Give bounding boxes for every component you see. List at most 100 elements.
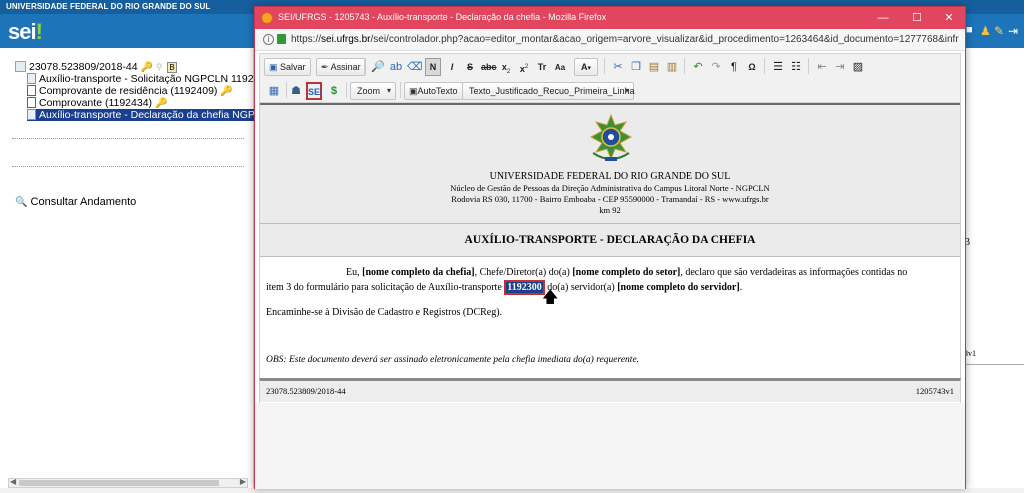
editor-popup-window: SEI/UFRGS - 1205743 - Auxílio-transporte… [254, 6, 966, 489]
address-bar[interactable]: i https://sei.ufrgs.br/sei/controlador.p… [255, 29, 965, 51]
footer-document-version: 1205743v1 [915, 386, 954, 396]
pdf-icon [27, 85, 36, 96]
divider [12, 138, 244, 139]
replace-icon[interactable]: ab [388, 58, 404, 76]
toolbar-separator [364, 58, 365, 74]
outdent-icon[interactable]: ⇤ [814, 58, 830, 76]
tree-item-comprovante[interactable]: Comprovante (1192434) 🔑 [27, 97, 167, 109]
find-icon[interactable]: 🔎 [370, 58, 386, 76]
placeholder-chief-name: [nome completo da chefia] [362, 267, 475, 278]
link-icon[interactable]: ☗ [288, 82, 304, 100]
remove-format-icon[interactable]: ⌫ [406, 58, 423, 76]
process-node[interactable]: 23078.523809/2018-44 🔑 ⚲ B [15, 61, 177, 73]
magnifier-icon: 🔍 [15, 197, 28, 208]
strike-button[interactable]: S [462, 58, 478, 76]
strike-alt-icon[interactable]: abc [480, 58, 497, 76]
window-titlebar[interactable]: SEI/UFRGS - 1205743 - Auxílio-transporte… [255, 7, 965, 29]
pen-icon: ✒ [321, 62, 329, 72]
subscript-button[interactable]: x2 [498, 58, 514, 76]
key-icon: 🔑 [154, 98, 168, 109]
document-title-bar[interactable]: AUXÍLIO-TRANSPORTE - DECLARAÇÃO DA CHEFI… [260, 223, 960, 257]
observation-note[interactable]: OBS: Este documento deverá ser assinado … [266, 355, 639, 365]
save-button[interactable]: ▣ Salvar [264, 58, 311, 76]
close-icon[interactable]: ✕ [935, 9, 963, 27]
document-header[interactable]: UNIVERSIDADE FEDERAL DO RIO GRANDE DO SU… [260, 105, 960, 223]
sei-logo[interactable]: sei! [8, 19, 43, 45]
toolbar-separator [346, 82, 347, 98]
selected-document-number[interactable]: 1192300 [504, 280, 545, 295]
text-color-icon[interactable]: Tr [534, 58, 550, 76]
unit-km: km 92 [599, 205, 621, 215]
header-shortcut-icon[interactable]: ■ [966, 24, 973, 36]
indent-icon[interactable]: ⇥ [832, 58, 848, 76]
bold-button[interactable]: N [425, 58, 441, 76]
table-icon[interactable]: ▦ [266, 82, 282, 100]
tree-item-comprovante-residencia[interactable]: Comprovante de residência (1192409) 🔑 [27, 85, 233, 97]
forwarding-paragraph[interactable]: Encaminhe-se à Divisão de Cadastro e Reg… [266, 306, 502, 320]
document-title: AUXÍLIO-TRANSPORTE - DECLARAÇÃO DA CHEFI… [464, 234, 756, 246]
autotext-button[interactable]: ▣AutoTexto [404, 82, 463, 100]
pin-icon: ⚲ [155, 62, 163, 72]
style-dropdown[interactable]: Texto_Justificado_Recuo_Primeira_Linha ▾ [462, 82, 635, 100]
placeholder-sector-name: [nome completo do setor] [572, 267, 681, 278]
numbered-list-icon[interactable]: ☰ [770, 58, 786, 76]
scroll-left-icon[interactable]: ◀ [10, 477, 16, 486]
minimize-icon[interactable]: — [869, 9, 897, 27]
tree-item-declaracao-chefia[interactable]: Auxílio-transporte - Declaração da chefi… [27, 109, 279, 121]
document-icon [27, 109, 36, 120]
process-badge: B [167, 62, 177, 73]
consultar-andamento-link[interactable]: 🔍 Consultar Andamento [15, 196, 136, 208]
toolbar-separator [808, 58, 809, 74]
special-char-icon[interactable]: Ω [744, 58, 760, 76]
unit-name: Núcleo de Gestão de Pessoas da Direção A… [450, 183, 770, 193]
pdf-icon [27, 97, 36, 108]
uppercase-icon[interactable]: Aa [552, 58, 568, 76]
placeholder-server-name: [nome completo do servidor] [617, 282, 740, 293]
paste-icon[interactable]: ▤ [646, 58, 662, 76]
scrollbar-thumb[interactable] [19, 480, 219, 486]
bulleted-list-icon[interactable]: ☷ [788, 58, 804, 76]
dollar-icon[interactable]: $ [326, 82, 342, 100]
chevron-down-icon: ▾ [624, 86, 629, 95]
maximize-icon[interactable]: ☐ [903, 9, 931, 27]
font-color-dropdown[interactable]: A▾ [574, 58, 598, 76]
toolbar-separator [604, 58, 605, 74]
lock-icon [277, 34, 286, 44]
toolbar-separator [286, 82, 287, 98]
paragraph-icon[interactable]: ¶ [726, 58, 742, 76]
insert-sei-link-button[interactable]: SEI [306, 82, 323, 100]
declaration-paragraph[interactable]: Eu, [nome completo da chefia], Chefe/Dir… [266, 266, 956, 280]
document-editor-area[interactable]: UNIVERSIDADE FEDERAL DO RIO GRANDE DO SU… [259, 103, 961, 403]
url-text[interactable]: https://sei.ufrgs.br/sei/controlador.php… [291, 34, 959, 45]
autotext-icon: ▣ [409, 86, 418, 96]
scroll-right-icon[interactable]: ▶ [240, 477, 246, 486]
unit-address: Rodovia RS 030, 11700 - Bairro Emboaba -… [451, 194, 769, 204]
coat-of-arms-icon [589, 113, 633, 161]
logout-icon[interactable]: ⇥ [1008, 24, 1018, 38]
italic-button[interactable]: I [444, 58, 460, 76]
document-icon [27, 73, 36, 84]
declaration-paragraph-line2[interactable]: item 3 do formulário para solicitação de… [266, 280, 956, 295]
tools-icon[interactable]: ✎ [994, 24, 1004, 38]
superscript-button[interactable]: x2 [516, 58, 532, 76]
toolbar-separator [684, 58, 685, 74]
tree-horizontal-scrollbar[interactable]: ◀ ▶ [8, 477, 248, 488]
floppy-icon: ▣ [269, 62, 278, 72]
document-footer: 23078.523809/2018-44 1205743v1 [259, 378, 961, 402]
redo-icon[interactable]: ↷ [708, 58, 724, 76]
user-icon[interactable]: ♟ [980, 24, 991, 38]
info-icon[interactable]: i [263, 34, 274, 45]
image-icon[interactable]: ▨ [850, 58, 866, 76]
undo-icon[interactable]: ↶ [690, 58, 706, 76]
toolbar-separator [400, 82, 401, 98]
sign-button[interactable]: ✒ Assinar [316, 58, 366, 76]
copy-icon[interactable]: ❐ [628, 58, 644, 76]
institution-name: UNIVERSIDADE FEDERAL DO RIO GRANDE DO SU… [489, 171, 731, 182]
pointer-arrow-icon: 🡅 [542, 289, 559, 306]
header-icons: ■ ♟ ✎ ⇥ [966, 24, 1024, 40]
zoom-dropdown[interactable]: Zoom ▾ [350, 82, 396, 100]
tree-item-solicitacao[interactable]: Auxílio-transporte - Solicitação NGPCLN … [27, 73, 271, 85]
cut-icon[interactable]: ✂ [610, 58, 626, 76]
paste-text-icon[interactable]: ▥ [664, 58, 680, 76]
window-title: SEI/UFRGS - 1205743 - Auxílio-transporte… [278, 12, 607, 22]
